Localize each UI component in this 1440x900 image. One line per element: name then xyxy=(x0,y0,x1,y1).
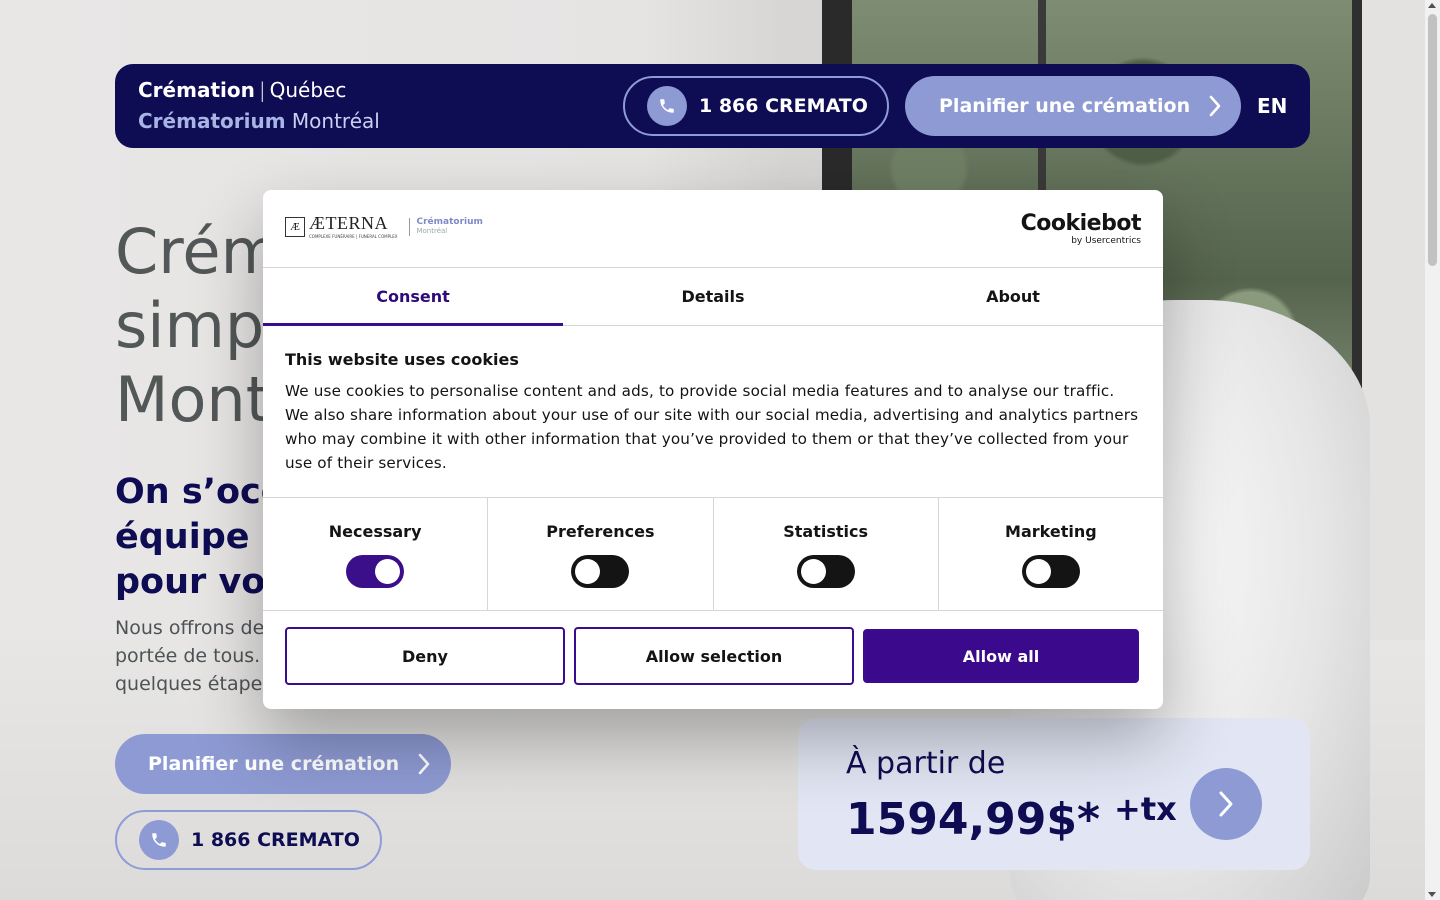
hero-phone-button[interactable]: 1 866 CREMATO xyxy=(115,810,382,870)
plan-button-label: Planifier une crémation xyxy=(939,95,1191,117)
phone-icon xyxy=(139,820,179,860)
allow-all-button[interactable]: Allow all xyxy=(863,629,1139,683)
aeterna-logo: Æ ÆTERNA COMPLEXE FUNÉRAIRE | FUNERAL CO… xyxy=(285,214,483,239)
toggle-marketing: Marketing xyxy=(939,498,1163,610)
dialog-body: This website uses cookies We use cookies… xyxy=(263,326,1163,498)
aeterna-name: ÆTERNA xyxy=(309,213,388,233)
brand-montreal: Montréal xyxy=(291,109,380,133)
crem-label: Crématorium xyxy=(416,216,483,227)
toggle-necessary: Necessary xyxy=(263,498,489,610)
brand-crematorium: Crématorium xyxy=(138,109,286,133)
price-from-label: À partir de xyxy=(846,746,1006,781)
hero-phone-number: 1 866 CREMATO xyxy=(191,829,360,851)
tab-consent[interactable]: Consent xyxy=(263,268,563,326)
dialog-heading: This website uses cookies xyxy=(285,350,519,369)
allow-selection-button[interactable]: Allow selection xyxy=(574,627,854,685)
toggle-label: Marketing xyxy=(1005,522,1097,541)
chevron-right-icon xyxy=(1219,791,1233,817)
tab-about[interactable]: About xyxy=(863,268,1163,325)
language-switch-link[interactable]: EN xyxy=(1257,94,1287,118)
brand-quebec: Québec xyxy=(269,78,347,102)
hero-title-line: simpl xyxy=(115,289,282,362)
dialog-actions: Deny Allow selection Allow all xyxy=(263,611,1163,701)
cookie-consent-dialog: Æ ÆTERNA COMPLEXE FUNÉRAIRE | FUNERAL CO… xyxy=(263,190,1163,709)
price-amount: 1594,99$* +tx xyxy=(846,790,1177,845)
scrollbar-thumb[interactable] xyxy=(1428,14,1437,266)
aeterna-mark: Æ xyxy=(285,216,305,237)
plan-button-label: Planifier une crémation xyxy=(148,753,400,775)
toggle-statistics: Statistics xyxy=(714,498,939,610)
chevron-right-icon xyxy=(418,753,430,775)
switch-knob xyxy=(800,559,826,584)
page-scrollbar[interactable] xyxy=(1425,0,1440,900)
scroll-up-icon[interactable] xyxy=(1428,3,1436,8)
cookie-category-toggles: Necessary Preferences Statistics Marketi… xyxy=(263,498,1163,611)
cookiebot-by: by Usercentrics xyxy=(1071,236,1141,246)
hero-body-line: quelques étape xyxy=(115,673,263,695)
preferences-switch[interactable] xyxy=(571,555,630,588)
switch-knob xyxy=(1025,559,1051,584)
switch-knob xyxy=(575,559,601,584)
deny-button[interactable]: Deny xyxy=(285,627,565,685)
price-value: 1594,99$* xyxy=(846,794,1101,845)
necessary-switch[interactable] xyxy=(346,555,405,588)
hero-title-line: Crém xyxy=(115,215,281,288)
cookiebot-logo[interactable]: Cookiebot by Usercentrics xyxy=(1020,211,1142,247)
cookiebot-name: Cookiebot xyxy=(1020,211,1142,236)
price-card[interactable]: À partir de 1594,99$* +tx xyxy=(798,718,1310,870)
scroll-down-icon[interactable] xyxy=(1428,892,1436,897)
switch-knob xyxy=(375,559,401,584)
statistics-switch[interactable] xyxy=(796,555,855,588)
crem-city: Montréal xyxy=(416,226,448,235)
hero-title: Crém simpl Mont xyxy=(115,215,282,437)
brand-cremation: Crémation xyxy=(138,78,255,102)
crematorium-logo: Crématorium Montréal xyxy=(416,216,483,236)
dialog-text: We use cookies to personalise content an… xyxy=(285,382,1139,472)
price-tax: +tx xyxy=(1114,790,1177,828)
dialog-tabs: Consent Details About xyxy=(263,268,1163,326)
aeterna-tagline: COMPLEXE FUNÉRAIRE | FUNERAL COMPLEX xyxy=(309,234,398,239)
toggle-label: Preferences xyxy=(546,522,655,541)
price-go-button[interactable] xyxy=(1190,768,1262,840)
hero-body-line: Nous offrons de xyxy=(115,617,265,639)
header-phone-number: 1 866 CREMATO xyxy=(699,95,868,117)
hero-body-line: portée de tous. xyxy=(115,645,261,667)
hero-body-text: Nous offrons de portée de tous. quelques… xyxy=(115,614,264,698)
toggle-label: Necessary xyxy=(328,522,422,541)
header-phone-button[interactable]: 1 866 CREMATO xyxy=(623,76,889,136)
marketing-switch[interactable] xyxy=(1021,555,1080,588)
toggle-preferences: Preferences xyxy=(488,498,714,610)
dialog-header: Æ ÆTERNA COMPLEXE FUNÉRAIRE | FUNERAL CO… xyxy=(263,190,1163,268)
site-header: Crémation | Québec Crématorium Montréal 1 … xyxy=(115,64,1310,148)
hero-plan-cremation-button[interactable]: Planifier une crémation xyxy=(115,734,451,794)
logo-divider xyxy=(409,217,411,236)
tab-details[interactable]: Details xyxy=(563,268,863,325)
site-logo[interactable]: Crémation | Québec Crématorium Montréal xyxy=(138,76,380,138)
toggle-label: Statistics xyxy=(783,522,868,541)
phone-icon xyxy=(647,86,687,126)
header-plan-cremation-button[interactable]: Planifier une crémation xyxy=(905,76,1241,136)
hero-title-line: Mont xyxy=(115,363,271,436)
brand-separator: | xyxy=(258,78,266,102)
chevron-right-icon xyxy=(1209,95,1221,117)
